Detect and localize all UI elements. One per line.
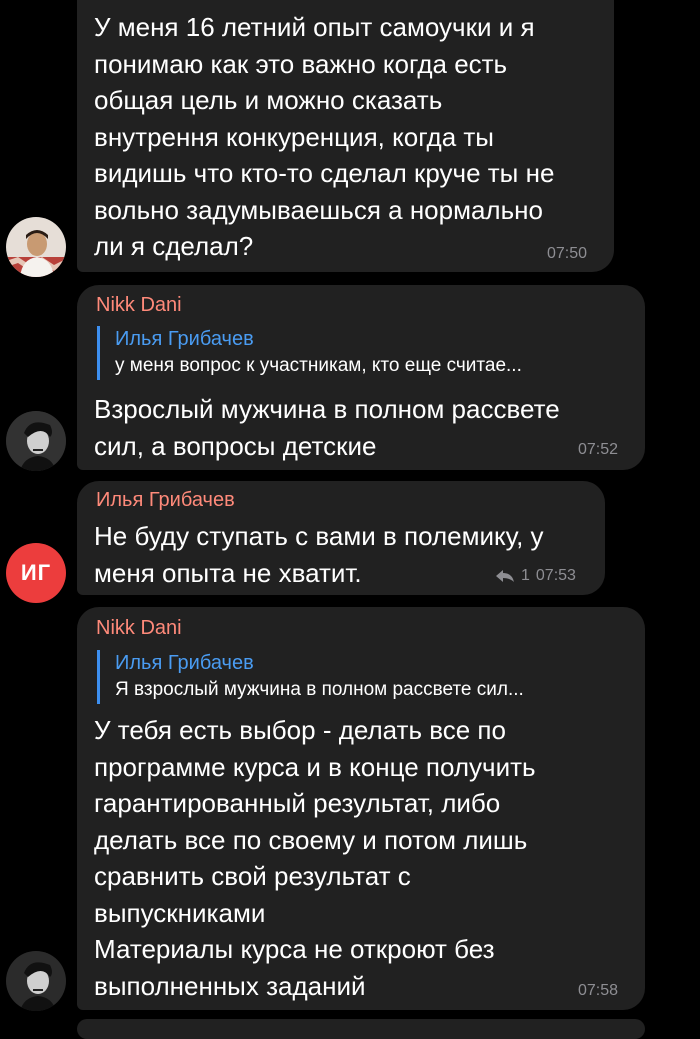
message-line: общая цель и можно сказать — [94, 85, 443, 115]
next-message-bubble — [77, 1019, 645, 1039]
message-meta: 1 07:53 — [495, 567, 576, 585]
sender-name[interactable]: Nikk Dani — [96, 617, 182, 640]
user-photo-avatar[interactable] — [6, 217, 66, 277]
reply-count[interactable]: 1 — [521, 567, 530, 585]
reply-arrow-icon — [496, 570, 514, 582]
message-text: Взрослый мужчина в полном рассвете сил, … — [94, 391, 560, 464]
message-line: сравнить свой результат с — [94, 861, 411, 891]
initials-avatar[interactable]: ИГ — [6, 543, 66, 603]
message-time: 07:53 — [535, 567, 576, 584]
message-line: Взрослый мужчина в полном рассвете — [94, 394, 560, 424]
message-line: гарантированный результат, либо — [94, 788, 501, 818]
message-time: 07:58 — [578, 982, 619, 999]
reply-author: Илья Грибачев — [115, 328, 254, 350]
message-line: программе курса и в конце получить — [94, 751, 536, 782]
message-time: 07:50 — [547, 245, 588, 262]
sender-name[interactable]: Илья Грибачев — [96, 489, 235, 512]
message-line: ли я сделал? — [94, 231, 254, 261]
message-line: выпускниками — [94, 897, 266, 928]
message-line: У меня 16 летний опыт самоучки и я — [94, 12, 535, 42]
reply-author: Илья Грибачев — [115, 652, 254, 674]
message-line: Материалы курса не откроют без — [94, 934, 495, 964]
message-line: видишь что кто-то сделал круче ты не — [94, 158, 555, 188]
message-text: У тебя есть выбор - делать все по програ… — [94, 712, 536, 1004]
avatar-photo-icon — [6, 951, 66, 1011]
user-photo-avatar[interactable] — [6, 951, 66, 1011]
message-line: У тебя есть выбор - делать все по — [94, 715, 506, 745]
avatar-photo-icon — [6, 217, 66, 277]
reply-preview[interactable]: Илья Грибачев у меня вопрос к участникам… — [97, 326, 522, 380]
message-line: сил, а вопросы детские — [94, 430, 377, 461]
message-line: вольно задумываешься а нормально — [94, 194, 543, 225]
sender-name[interactable]: Nikk Dani — [96, 294, 182, 317]
message-text: Не буду ступать с вами в полемику, у мен… — [94, 518, 544, 591]
message-line: делать все по своему и потом лишь — [94, 824, 528, 855]
message-line: понимаю как это важно когда есть — [94, 48, 508, 79]
message-line: меня опыта не хватит. — [94, 557, 362, 588]
message-text: У меня 16 летний опыт самоучки и я поним… — [94, 9, 554, 265]
reply-preview[interactable]: Илья Грибачев Я взрослый мужчина в полно… — [97, 650, 524, 704]
message-time: 07:52 — [578, 441, 619, 458]
user-photo-avatar[interactable] — [6, 411, 66, 471]
message-line: Не буду ступать с вами в полемику, у — [94, 521, 544, 551]
reply-quote: Я взрослый мужчина в полном рассвете сил… — [115, 679, 524, 700]
avatar-photo-icon — [6, 411, 66, 471]
message-line: внутрення конкуренция, когда ты — [94, 121, 494, 152]
reply-quote: у меня вопрос к участникам, кто еще счит… — [115, 355, 522, 376]
message-line: выполненных заданий — [94, 970, 366, 1001]
